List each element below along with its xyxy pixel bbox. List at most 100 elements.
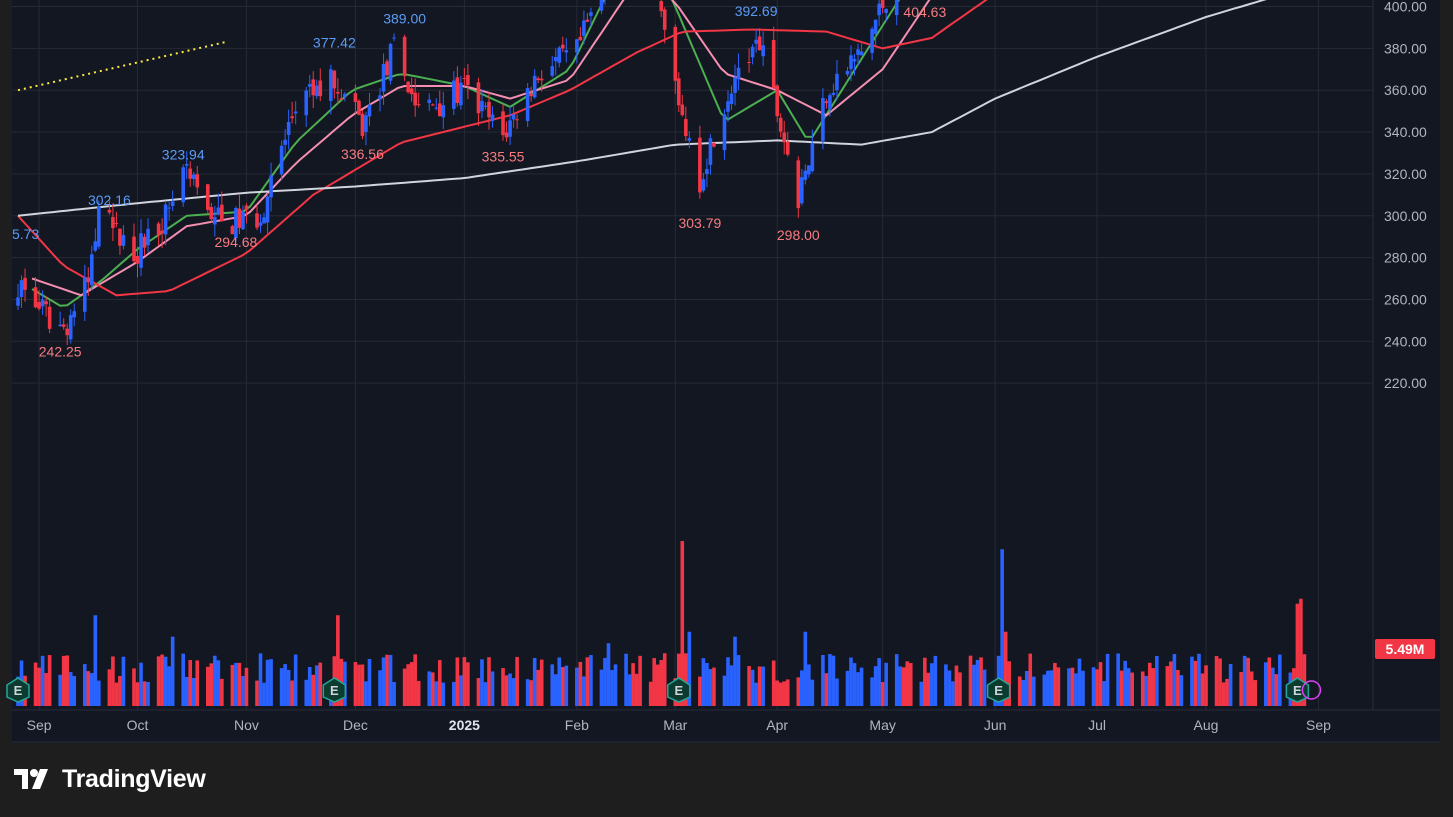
volume-bar [195,660,200,706]
extremum-label: 298.00 [777,227,820,243]
volume-bar [111,656,115,706]
candle-body [47,306,52,329]
volume-bar [1119,670,1124,706]
price-tick-label: 360.00 [1384,82,1427,98]
volume-bar [1228,664,1233,706]
volume-bar [729,665,734,706]
price-tick-label: 320.00 [1384,166,1427,182]
time-tick-label: Jul [1088,717,1106,733]
volume-bar [255,680,259,706]
volume-bar [1169,661,1173,706]
candle-body [487,101,491,118]
volume-bar [870,677,874,706]
volume-bar [1242,655,1247,706]
volume-bar [476,678,481,706]
candle-body [427,99,432,104]
candle-body [279,145,284,175]
volume-bar [1144,675,1149,706]
candle-body [184,163,189,166]
volume-bar [603,657,607,706]
volume-bar [1116,653,1120,706]
candle-body [775,85,780,117]
volume-bar [582,676,586,706]
extremum-label: 5.73 [12,226,39,242]
volume-bar [803,631,808,706]
candle-body [476,82,481,114]
volume-bar [901,667,906,706]
volume-bar [958,672,962,706]
volume-bar [553,674,558,706]
volume-bar [1246,657,1250,706]
volume-bar [170,636,175,706]
volume-bar [807,664,811,706]
earnings-letter: E [674,683,683,698]
volume-bar [167,666,171,706]
volume-bar [578,661,583,706]
candle-body [821,98,825,141]
volume-bar [511,678,516,706]
volume-bar [1123,660,1127,706]
candle-body [557,47,562,63]
volume-bar [655,664,660,706]
candle-body [367,104,372,117]
candle-body [680,104,685,116]
candle-body [873,19,878,34]
volume-bar [378,670,382,706]
extremum-label: 294.68 [215,234,258,250]
volume-bar [262,682,266,706]
candle-body [676,78,681,106]
candle-body [97,206,101,247]
volume-bar [972,664,976,706]
volume-bar [1042,674,1047,706]
extremum-label: 303.79 [678,215,721,231]
volume-bar [908,663,913,706]
volume-bar [1249,671,1254,706]
volume-bar [314,665,319,706]
candle-body [195,174,200,188]
volume-bar [181,653,185,706]
candle-body [37,302,41,309]
tradingview-brand[interactable]: TradingView [14,762,206,796]
candle-body [385,61,389,76]
extremum-label: 302.16 [88,192,131,208]
volume-bar [413,654,417,706]
volume-bar [487,657,491,706]
volume-bar [304,679,309,706]
candle-body [532,75,537,98]
price-tick-label: 280.00 [1384,250,1427,266]
volume-bar [796,677,801,706]
volume-bar [557,657,562,706]
volume-bar [1031,676,1036,706]
volume-bar [1267,657,1272,706]
volume-bar [135,682,140,706]
volume-bar [1102,681,1106,706]
candle-body [564,50,569,53]
volume-bar [1179,675,1184,706]
volume-bar [880,682,885,706]
volume-bar [627,674,632,706]
volume-bar [634,673,639,706]
candle-body [336,92,340,94]
price-chart[interactable]: 5.73 242.25 302.16 323.94 294.68 377.42 336.56… [0,0,1453,817]
volume-bar [37,667,41,706]
volume-bar [402,668,407,706]
volume-bar [800,670,804,706]
volume-bar [459,675,463,706]
volume-bar [290,680,294,706]
volume-bar [750,669,755,706]
volume-bar [933,655,938,706]
volume-bar [982,669,987,706]
volume-bar [662,653,667,706]
candle-body [884,8,888,13]
volume-bar [392,682,396,706]
price-tick-label: 380.00 [1384,40,1427,56]
volume-bar [86,671,91,706]
candle-body [402,36,407,77]
volume-bar [501,668,505,706]
volume-bar [360,664,365,706]
candle-body [761,45,765,57]
candle-body [673,26,678,81]
volume-bar [107,669,112,706]
volume-bar [747,666,751,706]
volume-bar [427,671,432,706]
